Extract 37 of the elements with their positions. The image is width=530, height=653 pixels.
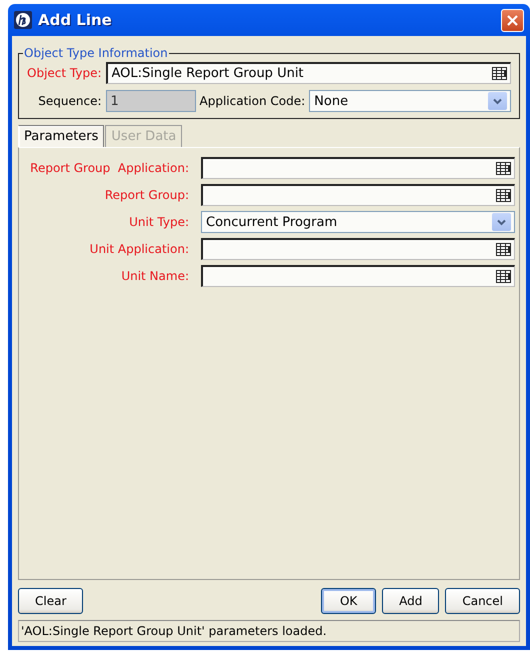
lookup-icon[interactable] [496,243,511,256]
lookup-icon[interactable] [496,270,511,283]
lookup-field[interactable] [201,238,515,260]
field-label: Unit Application: [88,242,189,256]
close-button[interactable] [501,8,524,32]
field-value: AOL:Single Report Group Unit [112,66,305,81]
app-logo-icon [14,11,32,29]
lookup-field[interactable]: AOL:Single Report Group Unit [106,62,511,84]
dialog-button[interactable]: OK [321,588,376,614]
field-value: Concurrent Program [206,214,338,230]
window-title: Add Line [38,11,112,29]
dropdown[interactable]: Concurrent Program [201,211,515,233]
lookup-icon[interactable] [492,67,507,80]
tab[interactable]: Parameters [18,125,104,147]
group-title: Object Type Information [23,46,169,60]
field-label: Application Code: [200,94,306,108]
status-bar: 'AOL:Single Report Group Unit' parameters loaded. [18,620,520,642]
close-icon[interactable] [506,14,519,26]
dropdown[interactable]: None [309,90,511,112]
field-label: Unit Name: [120,269,189,283]
lookup-field[interactable] [201,184,515,206]
field-value: 1 [110,94,120,108]
field-label: Unit Type: [128,215,189,229]
dialog-button[interactable]: Cancel [445,588,520,614]
dialog-button[interactable]: Add [382,588,440,614]
dropdown-caret-icon[interactable] [488,92,507,110]
field-label: Report Group Application: [29,161,189,175]
clear-button[interactable]: Clear [18,588,84,614]
lookup-icon[interactable] [496,162,511,175]
lookup-icon[interactable] [496,189,511,202]
field-label: Sequence: [37,94,102,108]
lookup-field[interactable] [201,265,515,287]
field-label: Object Type: [27,66,102,80]
lookup-field[interactable] [201,157,515,179]
dropdown-caret-icon[interactable] [492,213,511,231]
field-value: None [314,94,350,108]
field-label: Report Group: [104,188,189,202]
